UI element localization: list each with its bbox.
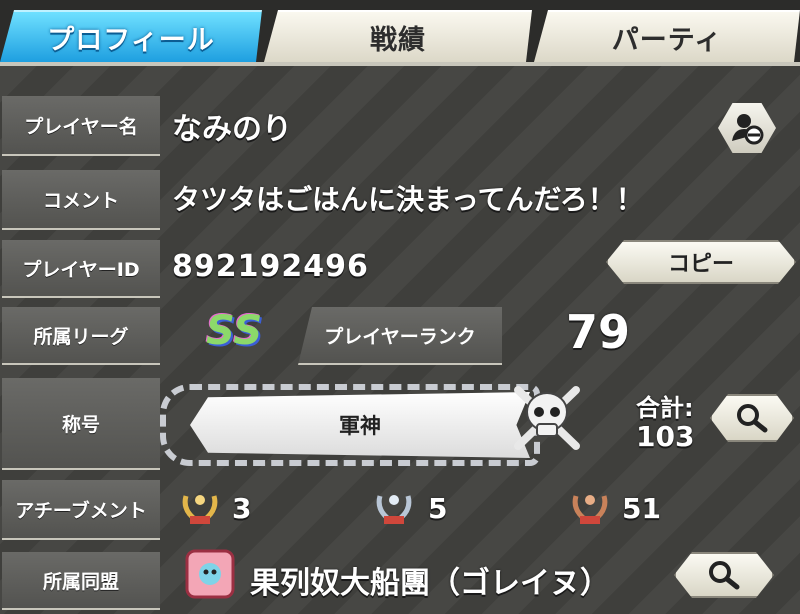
skull-icon (514, 386, 580, 450)
tab-results[interactable]: 戦績 (264, 10, 532, 62)
title-label: 称号 (2, 378, 160, 470)
achievement-label: アチーブメント (2, 480, 160, 540)
tab-bar: プロフィール 戦績 パーティ (0, 0, 800, 66)
alliance-value[interactable]: 果列奴大船團（ゴレイヌ） (250, 558, 610, 602)
title-value: 軍神 (339, 414, 381, 438)
alliance-flag-icon (185, 549, 235, 599)
copy-button[interactable]: コピー (606, 240, 796, 284)
player-name-label: プレイヤー名 (2, 96, 160, 156)
title-total-label: 合計: (636, 394, 694, 422)
achievement-silver-count: 5 (428, 492, 448, 525)
magnifier-icon (735, 403, 769, 433)
tab-divider (0, 62, 800, 66)
comment-value: タツタはごはんに決まってんだろ！！ (172, 183, 644, 216)
alliance-search-button[interactable] (674, 552, 774, 598)
gold-laurel-icon (182, 495, 218, 524)
league-label: 所属リーグ (2, 307, 160, 365)
player-name-value: なみのり (172, 112, 292, 147)
block-user-icon (732, 114, 764, 145)
player-id-label: プレイヤーID (2, 240, 160, 298)
player-id-value: 892192496 (172, 249, 369, 284)
magnifier-icon (707, 560, 741, 590)
league-badge: SS (206, 308, 263, 354)
title-total-value: 103 (636, 420, 695, 453)
alliance-label: 所属同盟 (2, 552, 160, 610)
achievement-gold-count: 3 (232, 492, 252, 525)
achievement-bronze-count: 51 (622, 492, 661, 525)
bronze-laurel-icon (572, 495, 608, 524)
title-banner: 軍神 (190, 392, 530, 458)
player-rank-label: プレイヤーランク (298, 307, 502, 365)
player-rank-value: 79 (566, 305, 631, 359)
comment-label: コメント (2, 170, 160, 230)
tab-profile[interactable]: プロフィール (0, 10, 262, 62)
tab-party[interactable]: パーティ (534, 10, 800, 62)
silver-laurel-icon (376, 495, 412, 524)
